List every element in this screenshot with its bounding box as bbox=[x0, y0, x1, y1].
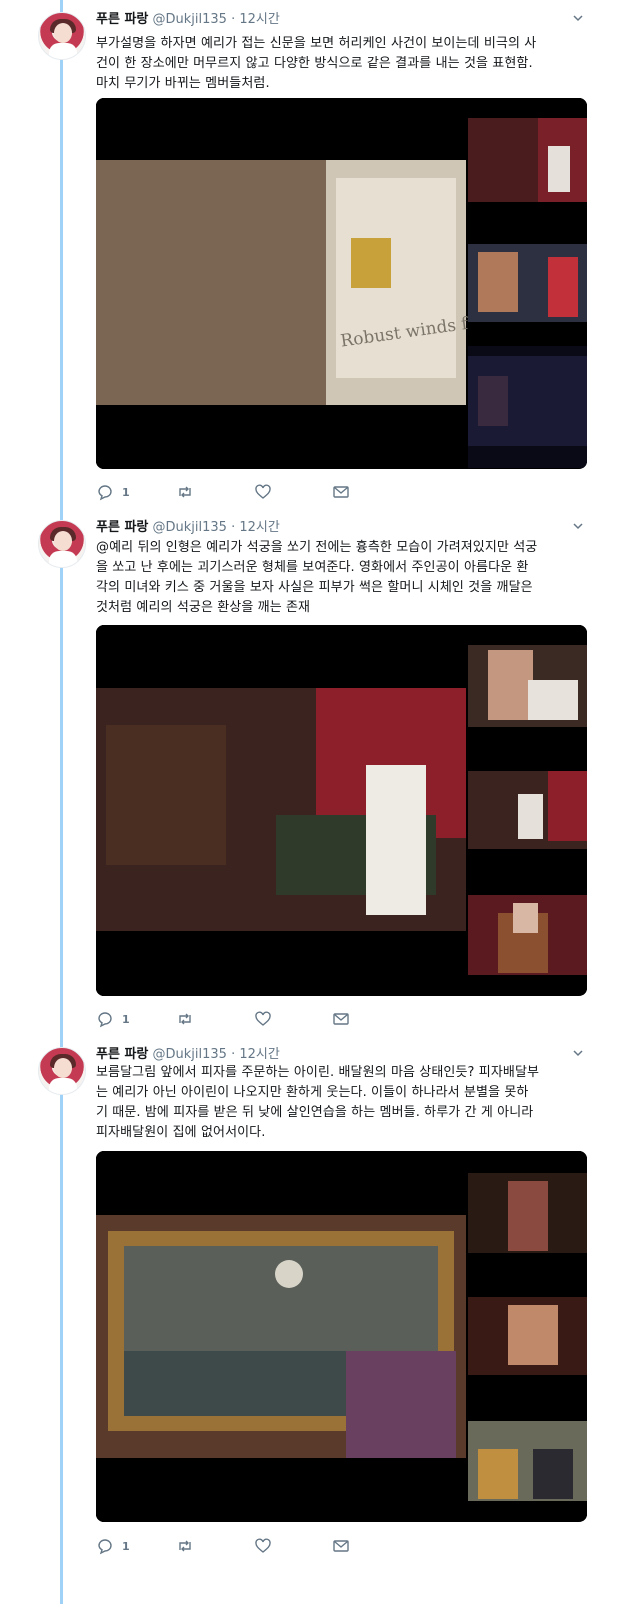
tweet-text-line: 것처럼 예리의 석궁은 환상을 깨는 존재 bbox=[96, 600, 311, 615]
chevron-down-icon[interactable] bbox=[572, 12, 584, 24]
media-image-thumbnail[interactable] bbox=[468, 98, 587, 220]
reply-icon bbox=[98, 485, 112, 501]
like-button[interactable] bbox=[254, 1009, 272, 1029]
reply-count: 1 bbox=[122, 1012, 130, 1026]
tweet-text-line: 을 쏘고 난 후에는 괴기스러운 형체를 보여준다. 영화에서 주인공이 아름다… bbox=[96, 560, 529, 575]
media-image-main[interactable]: Robust winds fu bbox=[96, 98, 480, 469]
separator-dot: · bbox=[231, 12, 236, 27]
media-grid: Robust winds fu bbox=[96, 98, 587, 469]
reply-count: 1 bbox=[122, 1539, 130, 1553]
display-name[interactable]: 푸른 파랑 bbox=[96, 1047, 148, 1062]
username[interactable]: @Dukjil135 bbox=[153, 1047, 227, 1062]
tweet-text: 부가설명을 하자면 예리가 접는 신문을 보면 허리케인 사건이 보이는데 비극… bbox=[96, 34, 591, 94]
tweet-header: 푸른 파랑 @Dukjil135 · 12시간 bbox=[96, 1045, 280, 1065]
direct-message-button[interactable] bbox=[332, 1009, 350, 1029]
tweet-text-line: 부가설명을 하자면 예리가 접는 신문을 보면 허리케인 사건이 보이는데 비극… bbox=[96, 36, 537, 51]
direct-message-button[interactable] bbox=[332, 482, 350, 502]
media-image-thumbnail[interactable] bbox=[468, 625, 587, 747]
tweet-text-line: @예리 뒤의 인형은 예리가 석궁을 쏘기 전에는 흉측한 모습이 가려져있지만… bbox=[96, 540, 538, 555]
tweet-header: 푸른 파랑 @Dukjil135 · 12시간 bbox=[96, 518, 280, 538]
tweet-text: @예리 뒤의 인형은 예리가 석궁을 쏘기 전에는 흉측한 모습이 가려져있지만… bbox=[96, 538, 591, 618]
tweet-header: 푸른 파랑 @Dukjil135 · 12시간 bbox=[96, 10, 280, 30]
heart-icon bbox=[255, 1011, 271, 1026]
retweet-button[interactable] bbox=[176, 1536, 194, 1556]
retweet-button[interactable] bbox=[176, 1009, 194, 1029]
thread-connector-line bbox=[60, 0, 63, 1604]
heart-icon bbox=[255, 1538, 271, 1553]
separator-dot: · bbox=[231, 520, 236, 535]
tweet-text-line: 마치 무기가 바뀌는 멤버들처럼. bbox=[96, 76, 270, 91]
timestamp[interactable]: 12시간 bbox=[239, 12, 279, 27]
direct-message-button[interactable] bbox=[332, 1536, 350, 1556]
retweet-icon bbox=[179, 486, 191, 498]
media-image-thumbnail[interactable] bbox=[468, 749, 587, 871]
avatar[interactable] bbox=[38, 520, 86, 568]
media-image-thumbnail[interactable] bbox=[468, 222, 587, 344]
tweet-text-line: 는 예리가 아닌 아이린이 나오지만 환하게 웃는다. 이들이 하나라서 분별을… bbox=[96, 1085, 529, 1100]
tweet-text-line: 건이 한 장소에만 머무르지 않고 다양한 방식으로 같은 결과를 내는 것을 … bbox=[96, 56, 533, 71]
retweet-icon bbox=[179, 1013, 191, 1025]
tweet-text-line: 기 때문. 밤에 피자를 받은 뒤 낮에 살인연습을 하는 멤버들. 하루가 간… bbox=[96, 1105, 534, 1120]
media-image-thumbnail[interactable] bbox=[468, 873, 587, 995]
media-image-main[interactable] bbox=[96, 625, 466, 996]
reply-button[interactable]: 1 bbox=[96, 1009, 130, 1029]
chevron-down-icon[interactable] bbox=[572, 1047, 584, 1059]
retweet-button[interactable] bbox=[176, 482, 194, 502]
retweet-icon bbox=[179, 1540, 191, 1552]
avatar[interactable] bbox=[38, 12, 86, 60]
envelope-icon bbox=[333, 1540, 349, 1552]
like-button[interactable] bbox=[254, 1536, 272, 1556]
username[interactable]: @Dukjil135 bbox=[153, 12, 227, 27]
media-image-thumbnail[interactable] bbox=[468, 346, 587, 468]
tweet-actions: 1 bbox=[96, 1009, 396, 1029]
reply-button[interactable]: 1 bbox=[96, 1536, 130, 1556]
timestamp[interactable]: 12시간 bbox=[239, 520, 279, 535]
avatar[interactable] bbox=[38, 1047, 86, 1095]
media-grid bbox=[96, 1151, 587, 1522]
media-image-thumbnail[interactable] bbox=[468, 1275, 587, 1397]
like-button[interactable] bbox=[254, 482, 272, 502]
tweet-text-line: 피자배달원이 집에 없어서이다. bbox=[96, 1125, 266, 1140]
media-grid bbox=[96, 625, 587, 996]
display-name[interactable]: 푸른 파랑 bbox=[96, 12, 148, 27]
envelope-icon bbox=[333, 486, 349, 498]
display-name[interactable]: 푸른 파랑 bbox=[96, 520, 148, 535]
media-image-thumbnail[interactable] bbox=[468, 1399, 587, 1521]
envelope-icon bbox=[333, 1013, 349, 1025]
separator-dot: · bbox=[231, 1047, 236, 1062]
tweet-text-line: 보름달그림 앞에서 피자를 주문하는 아이린. 배달원의 마음 상태인듯? 피자… bbox=[96, 1065, 540, 1080]
tweet-text: 보름달그림 앞에서 피자를 주문하는 아이린. 배달원의 마음 상태인듯? 피자… bbox=[96, 1063, 591, 1143]
heart-icon bbox=[255, 484, 271, 499]
username[interactable]: @Dukjil135 bbox=[153, 520, 227, 535]
tweet-actions: 1 bbox=[96, 482, 396, 502]
tweet-actions: 1 bbox=[96, 1536, 396, 1556]
tweet-text-line: 각의 미녀와 키스 중 거울을 보자 사실은 피부가 썩은 할머니 시체인 것을… bbox=[96, 580, 533, 595]
media-image-thumbnail[interactable] bbox=[468, 1151, 587, 1273]
chevron-down-icon[interactable] bbox=[572, 520, 584, 532]
media-image-main[interactable] bbox=[96, 1151, 466, 1522]
reply-icon bbox=[98, 1012, 112, 1028]
timestamp[interactable]: 12시간 bbox=[239, 1047, 279, 1062]
reply-button[interactable]: 1 bbox=[96, 482, 130, 502]
reply-icon bbox=[98, 1539, 112, 1555]
reply-count: 1 bbox=[122, 485, 130, 499]
